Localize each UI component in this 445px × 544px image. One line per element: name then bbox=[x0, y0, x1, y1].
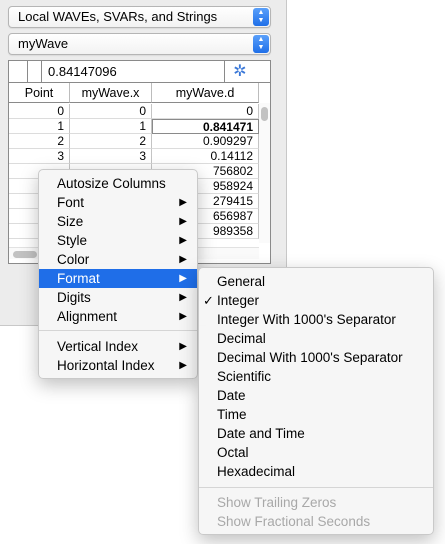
menu-item-autosize-columns[interactable]: Autosize Columns bbox=[39, 174, 197, 193]
menu-separator bbox=[39, 330, 197, 331]
submenu-arrow-icon: ▶ bbox=[179, 341, 187, 352]
vertical-scrollbar[interactable] bbox=[259, 103, 270, 243]
menu-item-label: Integer bbox=[217, 293, 260, 308]
submenu-arrow-icon: ▶ bbox=[179, 235, 187, 246]
table-cell[interactable]: 2 bbox=[70, 134, 152, 149]
menu-item-label: Decimal bbox=[217, 331, 266, 346]
menu-item-size[interactable]: Size ▶ bbox=[39, 212, 197, 231]
submenu-arrow-icon: ▶ bbox=[179, 254, 187, 265]
menu-item-digits[interactable]: Digits ▶ bbox=[39, 288, 197, 307]
entry-blank-cell bbox=[9, 61, 28, 82]
menu-item-color[interactable]: Color ▶ bbox=[39, 250, 197, 269]
menu-item-format[interactable]: Format ▶ bbox=[39, 269, 197, 288]
format-item-general[interactable]: General bbox=[199, 272, 433, 291]
format-item-decimal-separator[interactable]: Decimal With 1000's Separator bbox=[199, 348, 433, 367]
menu-item-font[interactable]: Font ▶ bbox=[39, 193, 197, 212]
menu-item-label: Autosize Columns bbox=[57, 176, 166, 191]
menu-item-label: Time bbox=[217, 407, 247, 422]
menu-item-label: Digits bbox=[57, 290, 91, 305]
table-cell[interactable]: 1 bbox=[70, 119, 152, 134]
format-item-decimal[interactable]: Decimal bbox=[199, 329, 433, 348]
menu-item-label: Decimal With 1000's Separator bbox=[217, 350, 403, 365]
table-cell[interactable]: 0.909297 bbox=[152, 134, 259, 149]
wave-popup[interactable]: myWave ▲ ▼ bbox=[8, 33, 271, 55]
wave-popup-label: myWave bbox=[18, 36, 69, 51]
popup-arrows-icon: ▲ ▼ bbox=[253, 35, 269, 53]
source-popup[interactable]: Local WAVEs, SVARs, and Strings ▲ ▼ bbox=[8, 6, 271, 28]
format-item-hexadecimal[interactable]: Hexadecimal bbox=[199, 462, 433, 481]
menu-item-label: Horizontal Index bbox=[57, 358, 155, 373]
menu-item-horizontal-index[interactable]: Horizontal Index ▶ bbox=[39, 356, 197, 375]
submenu-arrow-icon: ▶ bbox=[179, 273, 187, 284]
submenu-arrow-icon: ▶ bbox=[179, 292, 187, 303]
entry-blank-cell bbox=[28, 61, 42, 82]
format-submenu: General ✓ Integer Integer With 1000's Sep… bbox=[198, 267, 434, 535]
menu-item-label: Integer With 1000's Separator bbox=[217, 312, 396, 327]
menu-item-label: Font bbox=[57, 195, 85, 210]
checkmark-icon: ✓ bbox=[203, 293, 214, 308]
menu-item-label: Color bbox=[57, 252, 90, 267]
menu-item-label: Vertical Index bbox=[57, 339, 139, 354]
table-cell[interactable]: 0 bbox=[70, 104, 152, 119]
menu-separator bbox=[199, 487, 433, 488]
table-cell[interactable]: 0.841471 bbox=[152, 119, 259, 134]
menu-item-label: Show Trailing Zeros bbox=[217, 495, 337, 510]
menu-item-style[interactable]: Style ▶ bbox=[39, 231, 197, 250]
vertical-scroll-thumb[interactable] bbox=[261, 107, 268, 121]
menu-item-alignment[interactable]: Alignment ▶ bbox=[39, 307, 197, 326]
menu-item-label: Style bbox=[57, 233, 88, 248]
column-header-x[interactable]: myWave.x bbox=[70, 83, 152, 103]
menu-item-label: Show Fractional Seconds bbox=[217, 514, 371, 529]
column-header-d[interactable]: myWave.d bbox=[152, 83, 259, 103]
format-item-integer[interactable]: ✓ Integer bbox=[199, 291, 433, 310]
format-item-time[interactable]: Time bbox=[199, 405, 433, 424]
format-item-integer-separator[interactable]: Integer With 1000's Separator bbox=[199, 310, 433, 329]
column-header-point[interactable]: Point bbox=[9, 83, 70, 103]
settings-icon[interactable]: ✲ bbox=[231, 63, 249, 81]
format-item-show-trailing-zeros: Show Trailing Zeros bbox=[199, 493, 433, 512]
menu-item-label: Date and Time bbox=[217, 426, 305, 441]
format-item-octal[interactable]: Octal bbox=[199, 443, 433, 462]
format-item-date-and-time[interactable]: Date and Time bbox=[199, 424, 433, 443]
context-menu: Autosize Columns Font ▶ Size ▶ Style ▶ Colo… bbox=[38, 169, 198, 379]
menu-item-label: Octal bbox=[217, 445, 249, 460]
submenu-arrow-icon: ▶ bbox=[179, 311, 187, 322]
format-item-scientific[interactable]: Scientific bbox=[199, 367, 433, 386]
menu-item-label: Scientific bbox=[217, 369, 272, 384]
menu-item-label: Hexadecimal bbox=[217, 464, 296, 479]
menu-item-label: General bbox=[217, 274, 266, 289]
format-item-show-fractional-seconds: Show Fractional Seconds bbox=[199, 512, 433, 531]
menu-item-label: Size bbox=[57, 214, 84, 229]
table-cell[interactable]: 0 bbox=[9, 104, 70, 119]
entry-field[interactable]: 0.84147096 bbox=[42, 61, 225, 82]
submenu-arrow-icon: ▶ bbox=[179, 216, 187, 227]
table-cell[interactable]: 3 bbox=[9, 149, 70, 164]
table-cell[interactable]: 0.14112 bbox=[152, 149, 259, 164]
table-cell[interactable]: 3 bbox=[70, 149, 152, 164]
submenu-arrow-icon: ▶ bbox=[179, 197, 187, 208]
popup-arrows-icon: ▲ ▼ bbox=[253, 8, 269, 26]
entry-row: 0.84147096 ✲ bbox=[9, 61, 270, 83]
menu-item-label: Alignment bbox=[57, 309, 118, 324]
menu-item-vertical-index[interactable]: Vertical Index ▶ bbox=[39, 337, 197, 356]
table-cell[interactable]: 0 bbox=[152, 104, 259, 119]
format-item-date[interactable]: Date bbox=[199, 386, 433, 405]
table-cell[interactable]: 2 bbox=[9, 134, 70, 149]
menu-item-label: Date bbox=[217, 388, 246, 403]
source-popup-label: Local WAVEs, SVARs, and Strings bbox=[18, 9, 218, 24]
submenu-arrow-icon: ▶ bbox=[179, 360, 187, 371]
menu-item-label: Format bbox=[57, 271, 100, 286]
table-cell[interactable]: 1 bbox=[9, 119, 70, 134]
horizontal-scroll-thumb[interactable] bbox=[13, 251, 37, 258]
